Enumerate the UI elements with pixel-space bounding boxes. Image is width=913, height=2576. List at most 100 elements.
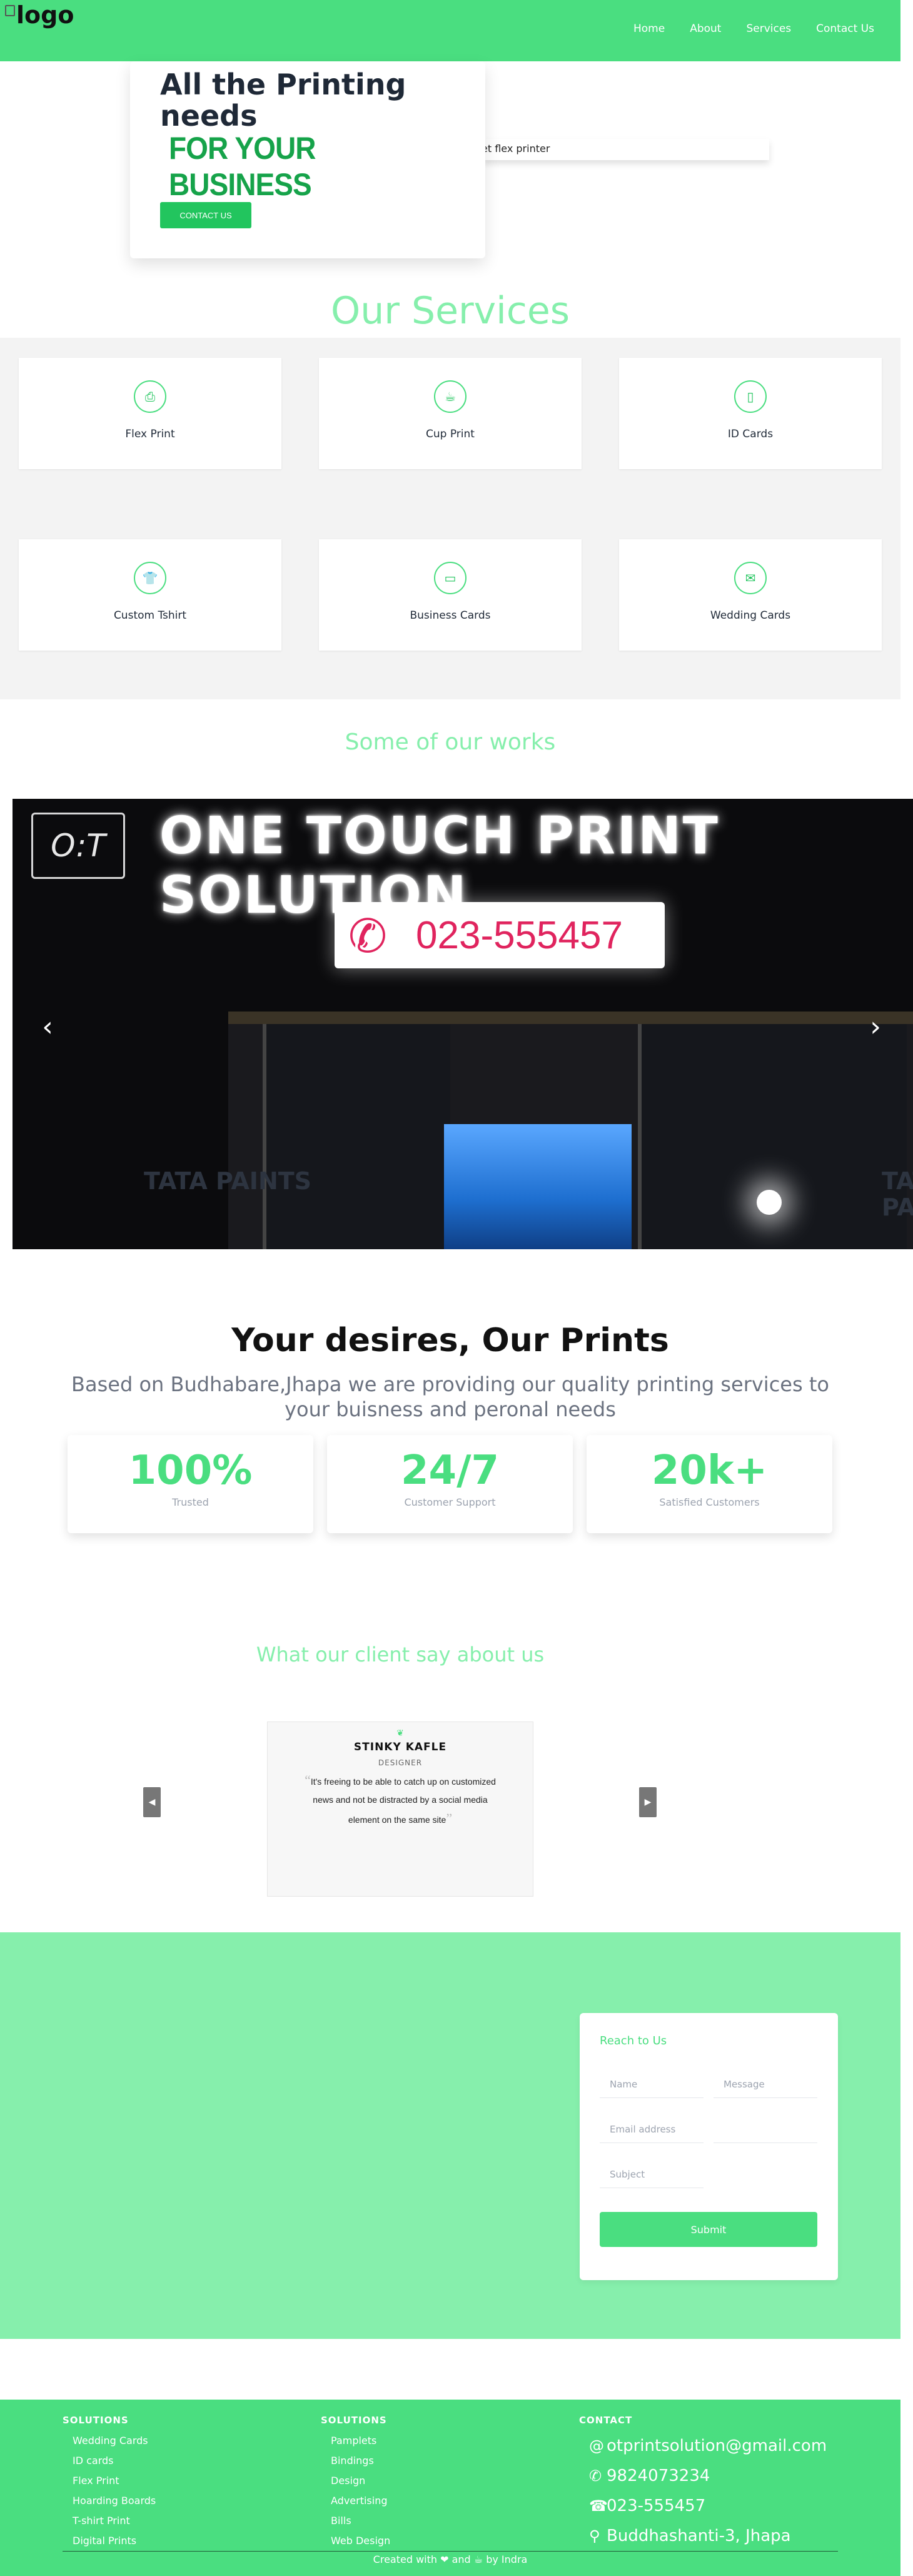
footer-link[interactable]: Design — [331, 2471, 390, 2491]
service-label: Business Cards — [410, 609, 491, 622]
hero-accent-text: FOR YOUR BUSINESS — [169, 131, 316, 202]
email-field[interactable] — [600, 2116, 704, 2143]
footer-heading: SOLUTIONS — [63, 2415, 129, 2426]
street-light — [757, 1190, 782, 1215]
carousel-next-icon[interactable]: › — [863, 1013, 888, 1041]
broken-image-icon — [5, 5, 15, 16]
hero-floating-caption: et flex printer — [482, 139, 769, 160]
name-field[interactable] — [600, 2071, 704, 2098]
close-quote-icon: ” — [446, 1810, 453, 1826]
service-label: Custom Tshirt — [113, 609, 187, 622]
client-role: DESIGNER — [378, 1758, 423, 1767]
nav-home-link[interactable]: Home — [621, 23, 677, 35]
printer-icon: ⎙ — [134, 380, 166, 413]
logo-alt-text: logo — [16, 1, 74, 29]
footer-link[interactable]: Web Design — [331, 2531, 390, 2551]
footer-contact-column: CONTACT @ otprintsolution@gmail.com ✆ 9824… — [579, 2415, 827, 2551]
footer-phone-text: 023-555457 — [607, 2497, 706, 2515]
footer-whatsapp-text: 9824073234 — [607, 2467, 710, 2485]
nav-services-link[interactable]: Services — [734, 23, 804, 35]
stat-value: 24/7 — [401, 1448, 499, 1494]
stat-caption: Trusted — [172, 1496, 209, 1508]
side-text: TATAPAI — [882, 1167, 913, 1221]
id-badge-icon: ▯ — [734, 380, 767, 413]
stat-caption: Customer Support — [404, 1496, 496, 1508]
desires-title: Your desires, Our Prints — [231, 1322, 669, 1359]
hero-subtext: et flex printer — [482, 143, 550, 155]
open-quote-icon: “ — [305, 1772, 311, 1788]
footer-link[interactable]: Bindings — [331, 2451, 390, 2471]
at-icon: @ — [589, 2437, 604, 2455]
whatsapp-icon: ✆ — [589, 2467, 602, 2485]
logo[interactable]: logo — [5, 1, 74, 29]
footer-solutions-column: SOLUTIONS Wedding Cards ID cards Flex Pr… — [63, 2415, 156, 2551]
message-field-extension[interactable] — [714, 2116, 817, 2143]
subject-field[interactable] — [600, 2161, 704, 2188]
footer-link[interactable]: Digital Prints — [73, 2531, 156, 2551]
service-card-custom-tshirt[interactable]: 👕 Custom Tshirt — [19, 539, 281, 651]
footer-link[interactable]: Hoarding Boards — [73, 2491, 156, 2511]
footer-solutions-column-2: SOLUTIONS Pamplets Bindings Design Adver… — [321, 2415, 390, 2551]
side-text: TATA PAINTS — [144, 1167, 312, 1195]
stat-caption: Satisfied Customers — [659, 1496, 760, 1508]
service-card-wedding-cards[interactable]: ✉ Wedding Cards — [619, 539, 882, 651]
footer-divider — [63, 2551, 838, 2552]
footer-credit: Created with ❤ and ☕ by Indra — [373, 2553, 528, 2565]
phone-icon: ☎ — [589, 2497, 608, 2515]
service-card-cup-print[interactable]: ☕ Cup Print — [319, 358, 582, 469]
testimonial-prev-button[interactable]: ◀ — [143, 1787, 161, 1817]
lit-display-window — [444, 1124, 632, 1249]
service-label: Wedding Cards — [710, 609, 791, 622]
works-carousel[interactable]: O:T ONE TOUCH PRINT SOLUTION ✆ 023-55545… — [13, 799, 913, 1249]
footer-link[interactable]: Bills — [331, 2511, 390, 2531]
footer-link[interactable]: Wedding Cards — [73, 2431, 156, 2451]
shop-phone-number: 023-555457 — [416, 914, 623, 957]
footer-link[interactable]: T-shirt Print — [73, 2511, 156, 2531]
business-card-icon: ▭ — [434, 562, 467, 594]
top-navbar: logo Home About Services Contact Us — [0, 0, 900, 61]
quote-text: It's freeing to be able to catch up on c… — [310, 1777, 496, 1825]
testimonials-title: What our client say about us — [256, 1643, 545, 1666]
footer-link[interactable]: Pamplets — [331, 2431, 390, 2451]
submit-button[interactable]: Submit — [600, 2212, 817, 2247]
service-label: ID Cards — [727, 428, 774, 440]
footer-whatsapp[interactable]: ✆ 9824073234 — [589, 2461, 827, 2491]
cup-icon: ☕ — [434, 380, 467, 413]
contact-form-heading: Reach to Us — [600, 2034, 667, 2047]
hero-title: All the Printing needs — [160, 68, 406, 133]
footer-email[interactable]: @ otprintsolution@gmail.com — [589, 2431, 827, 2461]
service-card-business-cards[interactable]: ▭ Business Cards — [319, 539, 582, 651]
stat-card-support: 24/7 Customer Support — [327, 1435, 573, 1533]
phone-icon: ✆ — [348, 910, 388, 963]
footer-link[interactable]: Advertising — [331, 2491, 390, 2511]
tshirt-icon: 👕 — [134, 562, 166, 594]
services-section: ⎙ Flex Print ☕ Cup Print ▯ ID Cards 👕 Cu… — [0, 338, 900, 699]
nav-about-link[interactable]: About — [677, 23, 734, 35]
contact-us-button[interactable]: CONTACT US — [160, 202, 251, 228]
footer: SOLUTIONS Wedding Cards ID cards Flex Pr… — [0, 2400, 900, 2576]
works-title: Some of our works — [345, 729, 556, 755]
footer-email-text: otprintsolution@gmail.com — [607, 2437, 827, 2455]
nav-links: Home About Services Contact Us — [621, 23, 887, 35]
message-field[interactable] — [714, 2071, 817, 2098]
carousel-prev-icon[interactable]: ‹ — [35, 1013, 60, 1041]
service-label: Cup Print — [426, 428, 475, 440]
service-card-id-cards[interactable]: ▯ ID Cards — [619, 358, 882, 469]
service-label: Flex Print — [125, 428, 175, 440]
client-quote: “It's freeing to be able to catch up on … — [300, 1771, 500, 1829]
stat-value: 20k+ — [651, 1448, 768, 1494]
testimonial-next-button[interactable]: ▶ — [639, 1787, 657, 1817]
client-name: STINKY KAFLE — [353, 1741, 447, 1753]
service-card-flex-print[interactable]: ⎙ Flex Print — [19, 358, 281, 469]
footer-link[interactable]: ID cards — [73, 2451, 156, 2471]
stat-card-trusted: 100% Trusted — [68, 1435, 313, 1533]
footer-address-text: Buddhashanti-3, Jhapa — [607, 2527, 791, 2545]
envelope-icon: ✉ — [734, 562, 767, 594]
store-window — [263, 1024, 450, 1249]
footer-link[interactable]: Flex Print — [73, 2471, 156, 2491]
footer-address: ⚲ Buddhashanti-3, Jhapa — [589, 2521, 827, 2551]
shop-phone-sign: ✆ 023-555457 — [335, 902, 665, 968]
nav-contact-link[interactable]: Contact Us — [804, 23, 887, 35]
footer-phone[interactable]: ☎023-555457 — [589, 2491, 827, 2521]
shop-logo-image: O:T — [31, 813, 125, 879]
